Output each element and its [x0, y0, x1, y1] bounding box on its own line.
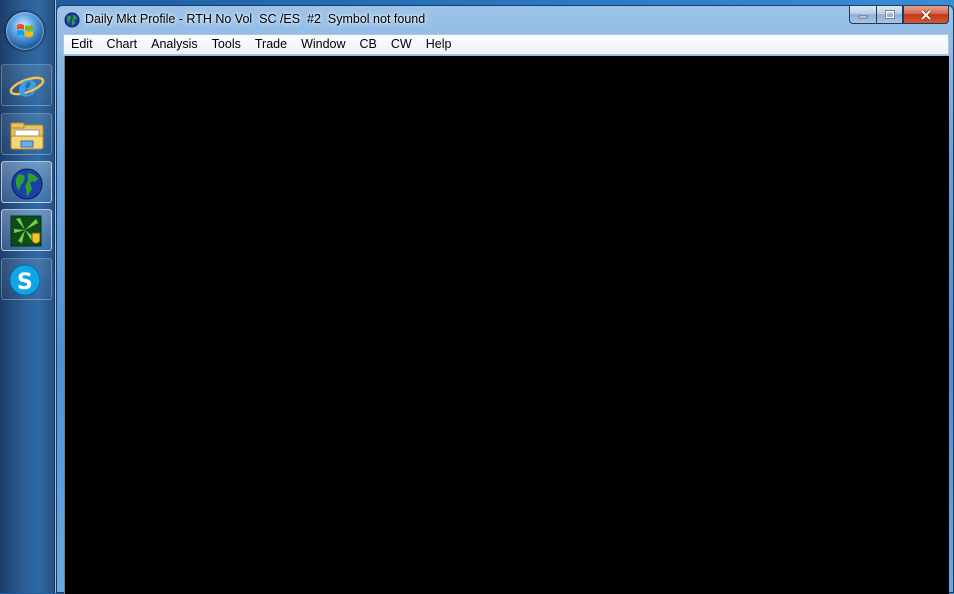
- globe-icon: [64, 12, 80, 28]
- taskbar-item-security-app[interactable]: [1, 209, 52, 251]
- caption-buttons: [849, 6, 949, 26]
- app-window: Daily Mkt Profile - RTH No Vol SC /ES #2…: [56, 5, 954, 594]
- menu-cw[interactable]: CW: [384, 35, 419, 54]
- minimize-button[interactable]: [849, 6, 876, 24]
- skype-icon: S: [9, 264, 41, 296]
- windows-logo-icon: [17, 24, 33, 37]
- taskbar-item-skype[interactable]: S: [1, 258, 52, 300]
- maximize-button[interactable]: [876, 6, 903, 24]
- shield-icon: [10, 215, 42, 247]
- maximize-icon: [884, 9, 895, 19]
- menu-analysis[interactable]: Analysis: [144, 35, 205, 54]
- taskbar-item-trading-platform[interactable]: [1, 161, 52, 203]
- title-bar[interactable]: Daily Mkt Profile - RTH No Vol SC /ES #2…: [57, 6, 953, 33]
- taskbar-item-internet-explorer[interactable]: e: [1, 64, 52, 106]
- svg-text:e: e: [18, 69, 37, 104]
- start-button[interactable]: [6, 12, 44, 50]
- chart-area[interactable]: [64, 56, 949, 594]
- menu-window[interactable]: Window: [294, 35, 352, 54]
- taskbar-item-windows-explorer[interactable]: [1, 113, 52, 155]
- menu-edit[interactable]: Edit: [64, 35, 100, 54]
- minimize-icon: [858, 15, 868, 18]
- globe-icon: [11, 168, 43, 200]
- menu-chart[interactable]: Chart: [100, 35, 145, 54]
- menu-tools[interactable]: Tools: [205, 35, 248, 54]
- menu-cb[interactable]: CB: [353, 35, 384, 54]
- taskbar: e S: [0, 0, 56, 593]
- ie-icon: e: [9, 69, 45, 104]
- window-title: Daily Mkt Profile - RTH No Vol SC /ES #2…: [85, 12, 426, 26]
- menu-trade[interactable]: Trade: [248, 35, 294, 54]
- close-icon: [920, 9, 932, 20]
- close-button[interactable]: [903, 6, 949, 24]
- svg-text:S: S: [17, 270, 33, 295]
- menu-bar: Edit Chart Analysis Tools Trade Window C…: [63, 34, 949, 55]
- menu-help[interactable]: Help: [419, 35, 459, 54]
- folder-icon: [10, 122, 44, 150]
